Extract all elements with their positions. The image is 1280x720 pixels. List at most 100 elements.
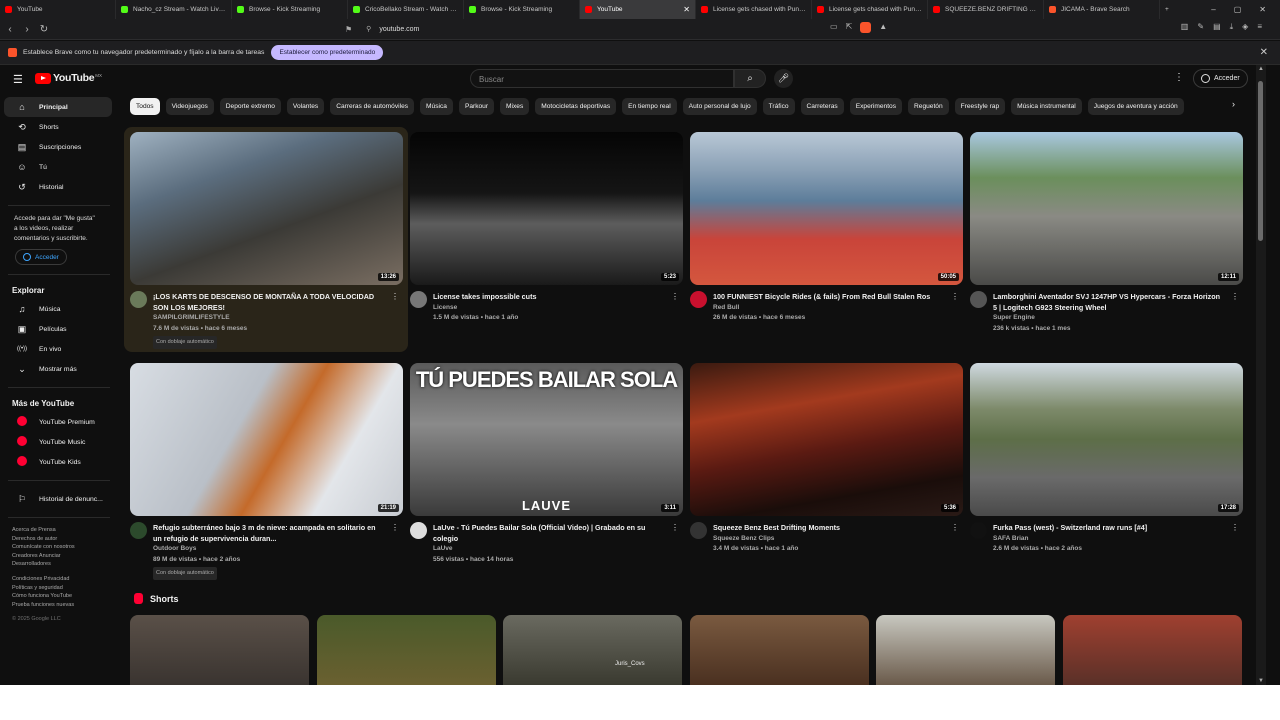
search-icon[interactable]: ⌕ [734,69,766,88]
chip-10[interactable]: Auto personal de lujo [682,98,757,115]
video-card[interactable]: 12:11 Lamborghini Aventador SVJ 1247HP VS… [970,132,1243,355]
video-options-kebab-icon[interactable]: ⋮ [1231,292,1239,301]
video-title[interactable]: Refugio subterráneo bajo 3 m de nieve: a… [153,523,383,580]
video-title[interactable]: 100 FUNNIEST Bicycle Rides (& fails) Fro… [713,292,943,324]
video-options-kebab-icon[interactable]: ⋮ [391,523,399,532]
sidebar-item-suscripciones[interactable]: ▤ Suscripciones [4,137,112,157]
video-thumbnail[interactable]: 12:11 [970,132,1243,285]
url-bar[interactable]: ⚑ ⚲ youtube.com [345,21,905,37]
search-input[interactable]: Buscar [470,69,734,88]
short-thumbnail[interactable] [130,615,309,685]
video-title-text[interactable]: LaUve - Tú Puedes Bailar Sola (Official … [433,523,663,544]
sidebar-item-historial[interactable]: ↺ Historial [4,177,112,197]
chip-9[interactable]: En tiempo real [622,98,677,115]
video-title[interactable]: LaUve - Tú Puedes Bailar Sola (Official … [433,523,663,565]
brave-rewards-icon[interactable]: ▲ [879,22,887,33]
chip-3[interactable]: Volantes [286,98,325,115]
channel-avatar[interactable] [970,522,987,539]
video-thumbnail[interactable]: TÚ PUEDES BAILAR SOLA LAUVE 3:11 [410,363,683,516]
new-tab-icon[interactable]: + [1160,0,1174,19]
channel-name[interactable]: Outdoor Boys [153,544,383,555]
tab-4[interactable]: Browse - Kick Streaming [464,0,580,19]
forward-icon[interactable]: › [20,24,34,35]
video-options-kebab-icon[interactable]: ⋮ [391,292,399,301]
video-card[interactable]: 17:28 Furka Pass (west) - Switzerland raw… [970,363,1243,586]
back-icon[interactable]: ‹ [3,24,17,35]
short-thumbnail[interactable] [316,615,496,685]
chip-12[interactable]: Carreteras [800,98,844,115]
tab-1[interactable]: Nacho_cz Stream - Watch Live on Kick [116,0,232,19]
short-thumbnail[interactable] [876,615,1055,685]
sidebar-item-pel-culas[interactable]: ▣ Películas [4,319,112,339]
channel-avatar[interactable] [130,291,147,308]
sidebar-item-principal[interactable]: ⌂ Principal [4,97,112,117]
tab-0[interactable]: YouTube [0,0,116,19]
close-window-icon[interactable]: ✕ [1259,5,1266,14]
channel-avatar[interactable] [690,522,707,539]
tab-3[interactable]: CricoBellako Stream - Watch Live on Kick [348,0,464,19]
video-card[interactable]: 21:19 Refugio subterráneo bajo 3 m de nie… [130,363,403,586]
microphone-icon[interactable]: 🎤︎ [774,69,793,88]
reload-icon[interactable]: ↻ [37,24,51,35]
tab-6[interactable]: License gets chased with Punchme... [696,0,812,19]
video-title-text[interactable]: ¡LOS KARTS DE DESCENSO DE MONTAÑA A TODA… [153,292,383,313]
chip-14[interactable]: Reguetón [908,98,949,115]
video-title[interactable]: Lamborghini Aventador SVJ 1247HP VS Hype… [993,292,1223,334]
close-icon[interactable]: ✕ [1260,47,1268,58]
video-card[interactable]: 5:23 License takes impossible cuts License… [410,132,683,355]
video-options-kebab-icon[interactable]: ⋮ [1231,523,1239,532]
chip-5[interactable]: Música [420,98,453,115]
chip-6[interactable]: Parkour [458,98,495,115]
chip-11[interactable]: Tráfico [762,98,795,115]
sidebar-item-youtube-premium[interactable]: YouTube Premium [4,412,112,432]
chip-16[interactable]: Música instrumental [1011,98,1082,115]
video-title-text[interactable]: License takes impossible cuts [433,292,663,303]
site-info-icon[interactable]: ⚲ [366,25,371,33]
video-card[interactable]: 5:36 Squeeze Benz Best Drifting Moments Sq… [690,363,963,586]
sidebar-item-shorts[interactable]: ⟲ Shorts [4,117,112,137]
channel-name[interactable]: SAFA Brian [993,534,1223,545]
channel-name[interactable]: Red Bull [713,303,943,314]
footer-links-1[interactable]: Acerca de Prensa Derechos de autor Comun… [0,526,118,569]
video-options-kebab-icon[interactable]: ⋮ [951,523,959,532]
video-title-text[interactable]: Squeeze Benz Best Drifting Moments [713,523,943,534]
sidebar-item-youtube-music[interactable]: YouTube Music [4,432,112,452]
channel-avatar[interactable] [130,522,147,539]
brave-shields-icon[interactable] [860,22,872,33]
video-thumbnail[interactable]: 17:28 [970,363,1243,516]
wallet-icon[interactable]: ▤ [1213,22,1221,32]
vpn-icon[interactable]: ◈ [1242,22,1248,32]
video-title[interactable]: Furka Pass (west) - Switzerland raw runs… [993,523,1223,555]
short-thumbnail[interactable] [689,615,869,685]
menu-icon[interactable]: ≡ [1257,22,1262,32]
video-title-text[interactable]: Refugio subterráneo bajo 3 m de nieve: a… [153,523,383,544]
cast-icon[interactable]: ▭ [830,22,838,33]
channel-avatar[interactable] [690,291,707,308]
chip-2[interactable]: Deporte extremo [219,98,281,115]
sidebar-item-mostrar-m-s[interactable]: ⌄ Mostrar más [4,359,112,379]
video-title-text[interactable]: 100 FUNNIEST Bicycle Rides (& fails) Fro… [713,292,943,303]
chip-0[interactable]: Todos [130,98,160,115]
tab-8[interactable]: SQUEEZE.BENZ DRIFTING on TIKT... [928,0,1044,19]
tab-5[interactable]: YouTube ✕ [580,0,696,19]
minimize-icon[interactable]: – [1211,5,1215,14]
close-tab-icon[interactable]: ✕ [679,5,690,14]
chip-7[interactable]: Mixes [500,98,530,115]
short-thumbnail[interactable] [1062,615,1242,685]
sidebar-item-t-[interactable]: ☺ Tú [4,157,112,177]
video-thumbnail[interactable]: 5:36 [690,363,963,516]
youtube-logo[interactable]: YouTube MX [35,72,102,84]
video-card[interactable]: 50:05 100 FUNNIEST Bicycle Rides (& fails… [690,132,963,355]
chip-13[interactable]: Experimentos [849,98,903,115]
video-thumbnail[interactable]: 50:05 [690,132,963,285]
video-card[interactable]: 13:26 ¡LOS KARTS DE DESCENSO DE MONTAÑA A… [130,132,403,355]
channel-name[interactable]: Super Engine [993,313,1223,324]
sidebar-item-en-vivo[interactable]: ((•)) En vivo [4,339,112,359]
video-thumbnail[interactable]: 13:26 [130,132,403,285]
download-icon[interactable]: ⤓ [1230,22,1234,32]
scrollbar-thumb[interactable] [1258,81,1263,241]
sidebar-login-button[interactable]: Acceder [15,249,67,265]
channel-avatar[interactable] [410,522,427,539]
maximize-icon[interactable]: ▢ [1234,5,1242,14]
footer-links-2[interactable]: Condiciones Privacidad Políticas y segur… [0,575,118,609]
